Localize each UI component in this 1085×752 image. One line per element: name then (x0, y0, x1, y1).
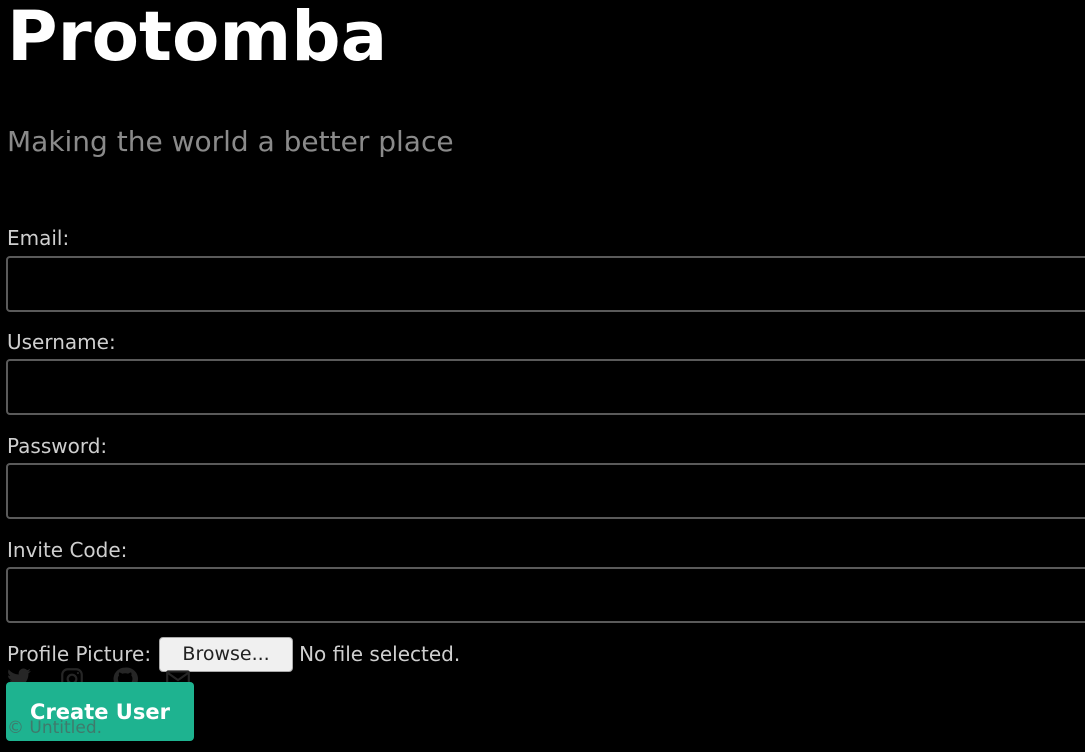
email-field[interactable] (6, 256, 1085, 312)
username-label: Username: (7, 330, 116, 354)
username-field[interactable] (6, 359, 1085, 415)
invite-code-label: Invite Code: (7, 538, 128, 562)
profile-picture-label: Profile Picture: (7, 642, 152, 666)
password-field[interactable] (6, 463, 1085, 519)
site-tagline: Making the world a better place (7, 125, 454, 158)
invite-code-field[interactable] (6, 567, 1085, 623)
create-user-button[interactable]: Create User (6, 682, 194, 741)
site-title: Protomba (7, 0, 388, 77)
file-status-text: No file selected. (299, 642, 461, 666)
email-label: Email: (7, 226, 70, 250)
password-label: Password: (7, 434, 108, 458)
